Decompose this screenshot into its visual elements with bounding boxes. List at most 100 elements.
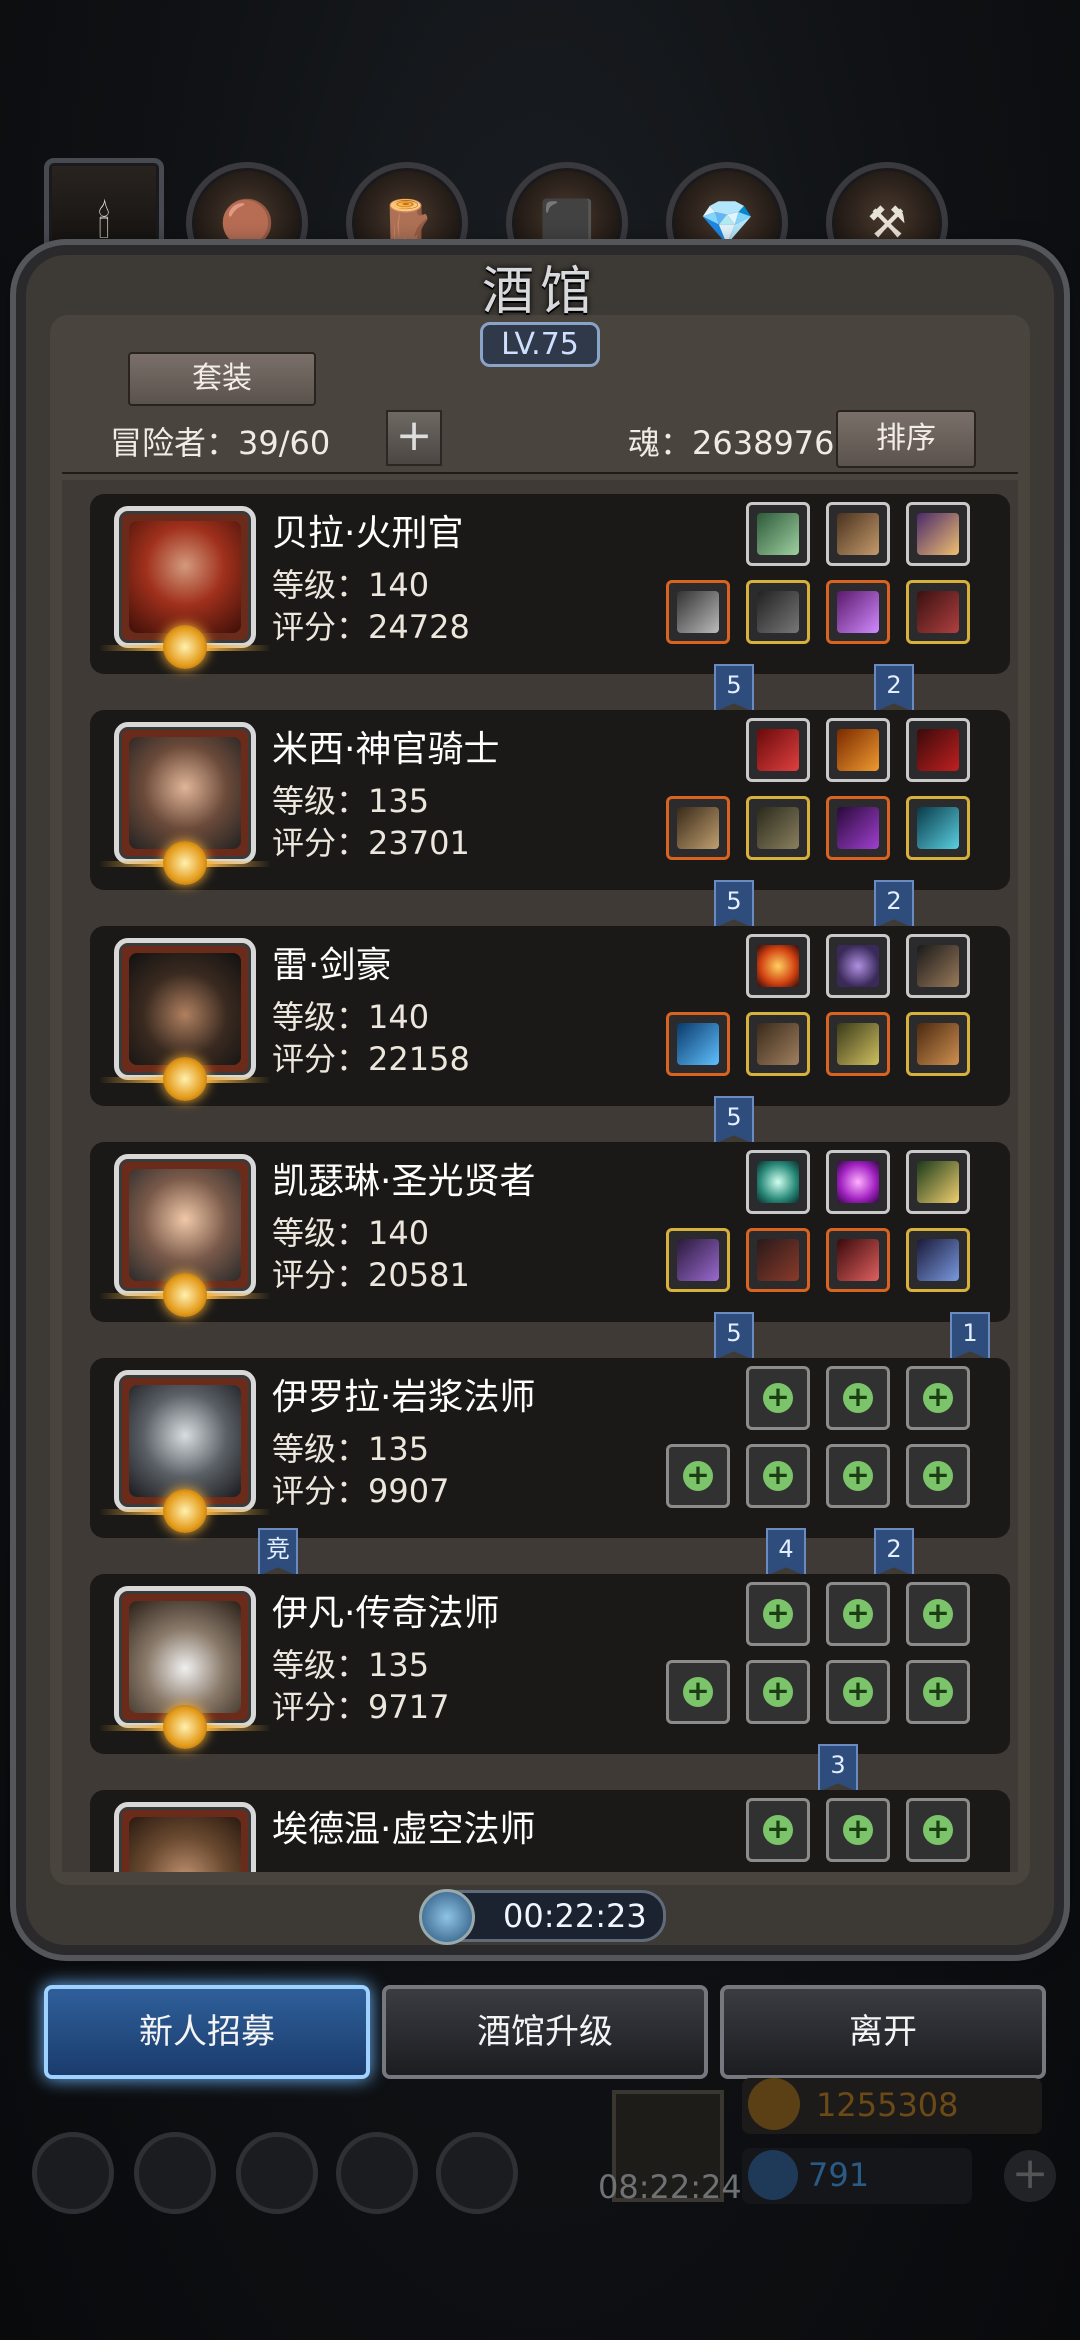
adventurer-count: 冒险者：39/60 <box>110 424 331 462</box>
hero-name: 贝拉·火刑官 <box>272 513 464 554</box>
equip-slot-icon[interactable] <box>746 934 810 998</box>
hero-name: 米西·神官骑士 <box>272 729 500 770</box>
recruit-button[interactable]: 新人招募 <box>44 1985 370 2079</box>
hero-row[interactable]: 米西·神官骑士 等级：135 评分：23701 <box>90 710 1010 890</box>
equip-slot-icon[interactable] <box>826 934 890 998</box>
empty-slot-plus-icon[interactable]: + <box>826 1660 890 1724</box>
equip-slot-icon[interactable] <box>906 1228 970 1292</box>
equip-slot-icon[interactable] <box>826 1012 890 1076</box>
empty-slot-plus-icon[interactable]: + <box>826 1366 890 1430</box>
equip-slot-icon[interactable] <box>746 502 810 566</box>
hero-score: 评分：9717 <box>272 1688 450 1726</box>
equip-slot-icon[interactable] <box>906 580 970 644</box>
equip-slot-icon[interactable] <box>746 1228 810 1292</box>
tavern-level-badge: LV.75 <box>480 322 600 367</box>
hero-level: 等级：135 <box>272 1430 430 1468</box>
gold-amount: 1255308 <box>816 2086 959 2124</box>
hero-portrait <box>99 1370 271 1533</box>
hero-name: 伊罗拉·岩浆法师 <box>272 1377 536 1418</box>
rank-emblem-icon <box>163 1489 207 1533</box>
arena-flag: 竞 <box>258 1528 298 1576</box>
equip-slot-icon[interactable] <box>906 1012 970 1076</box>
soul-count: 魂：2638976 <box>628 424 835 462</box>
menu-icon <box>32 2132 114 2214</box>
hero-row[interactable]: 伊凡·传奇法师 等级：135 评分：9717 + + + + + + + <box>90 1574 1010 1754</box>
empty-slot-plus-icon[interactable]: + <box>906 1366 970 1430</box>
tavern-upgrade-button[interactable]: 酒馆升级 <box>382 1985 708 2079</box>
hero-level: 等级：140 <box>272 566 430 604</box>
empty-slot-plus-icon[interactable]: + <box>666 1444 730 1508</box>
equip-slot-icon[interactable] <box>826 580 890 644</box>
empty-slot-plus-icon[interactable]: + <box>906 1582 970 1646</box>
set-count-flag: 5 <box>714 1096 754 1144</box>
menu-icon <box>236 2132 318 2214</box>
sort-button[interactable]: 排序 <box>836 410 976 468</box>
hero-portrait <box>99 1154 271 1317</box>
title-plate: 酒馆 LV.75 <box>410 262 670 372</box>
mail-icon <box>336 2132 418 2214</box>
hero-row[interactable]: 贝拉·火刑官 等级：140 评分：24728 <box>90 494 1010 674</box>
empty-slot-plus-icon[interactable]: + <box>746 1366 810 1430</box>
equip-slot-icon[interactable] <box>906 796 970 860</box>
gem-icon <box>748 2150 798 2200</box>
leave-button[interactable]: 离开 <box>720 1985 1046 2079</box>
equip-slot-icon[interactable] <box>746 796 810 860</box>
hero-row[interactable]: 凯瑟琳·圣光贤者 等级：140 评分：20581 <box>90 1142 1010 1322</box>
hero-portrait <box>99 938 271 1101</box>
game-clock: 08:22:24 <box>598 2168 742 2206</box>
hero-name: 埃德温·虚空法师 <box>272 1809 536 1850</box>
equip-slot-icon[interactable] <box>746 1150 810 1214</box>
hero-row[interactable]: 伊罗拉·岩浆法师 等级：135 评分：9907 + + + + + + + <box>90 1358 1010 1538</box>
hero-name: 雷·剑豪 <box>272 945 392 986</box>
empty-slot-plus-icon[interactable]: + <box>906 1798 970 1862</box>
empty-slot-plus-icon[interactable]: + <box>746 1660 810 1724</box>
empty-slot-plus-icon[interactable]: + <box>666 1660 730 1724</box>
equip-slot-icon[interactable] <box>906 1150 970 1214</box>
hero-score: 评分：20581 <box>272 1256 470 1294</box>
hero-list[interactable]: 贝拉·火刑官 等级：140 评分：24728 5 2 米西·神官骑士 等级：13… <box>62 480 1018 1872</box>
equip-slot-icon[interactable] <box>826 718 890 782</box>
equip-slot-icon[interactable] <box>746 718 810 782</box>
set-count-flag: 1 <box>950 1312 990 1360</box>
equip-slot-icon[interactable] <box>826 1228 890 1292</box>
empty-slot-plus-icon[interactable]: + <box>826 1444 890 1508</box>
hero-score: 评分：23701 <box>272 824 470 862</box>
empty-slot-plus-icon[interactable]: + <box>906 1444 970 1508</box>
set-count-flag: 5 <box>714 1312 754 1360</box>
equip-slot-icon[interactable] <box>826 502 890 566</box>
hero-score: 评分：22158 <box>272 1040 470 1078</box>
hero-score: 评分：9907 <box>272 1472 450 1510</box>
empty-slot-plus-icon[interactable]: + <box>826 1798 890 1862</box>
equip-slot-icon[interactable] <box>666 580 730 644</box>
hero-level: 等级：140 <box>272 1214 430 1252</box>
equip-slot-icon[interactable] <box>906 502 970 566</box>
hero-portrait <box>114 1802 256 1872</box>
hero-row[interactable]: 埃德温·虚空法师 + + + <box>90 1790 1010 1872</box>
rank-emblem-icon <box>163 625 207 669</box>
equip-slot-icon[interactable] <box>826 1150 890 1214</box>
equip-slot-icon[interactable] <box>746 1012 810 1076</box>
set-button[interactable]: 套装 <box>128 352 316 406</box>
equip-slot-icon[interactable] <box>746 580 810 644</box>
timer-text: 00:22:23 <box>503 1897 647 1935</box>
add-gem-button: + <box>1004 2150 1056 2202</box>
empty-slot-plus-icon[interactable]: + <box>906 1660 970 1724</box>
hero-score: 评分：24728 <box>272 608 470 646</box>
equip-slot-icon[interactable] <box>666 1228 730 1292</box>
empty-slot-plus-icon[interactable]: + <box>746 1582 810 1646</box>
set-count-flag: 2 <box>874 880 914 928</box>
add-adventurer-button[interactable]: + <box>386 410 442 466</box>
empty-slot-plus-icon[interactable]: + <box>746 1444 810 1508</box>
equip-slot-icon[interactable] <box>666 1012 730 1076</box>
hero-row[interactable]: 雷·剑豪 等级：140 评分：22158 <box>90 926 1010 1106</box>
equip-slot-icon[interactable] <box>906 934 970 998</box>
set-count-flag: 5 <box>714 664 754 712</box>
empty-slot-plus-icon[interactable]: + <box>746 1798 810 1862</box>
empty-slot-plus-icon[interactable]: + <box>826 1582 890 1646</box>
equip-slot-icon[interactable] <box>666 796 730 860</box>
equip-slot-icon[interactable] <box>826 796 890 860</box>
equip-slot-icon[interactable] <box>906 718 970 782</box>
refresh-timer: 00:22:23 <box>419 1889 666 1945</box>
gold-icon <box>748 2078 800 2130</box>
hero-portrait <box>99 506 271 669</box>
